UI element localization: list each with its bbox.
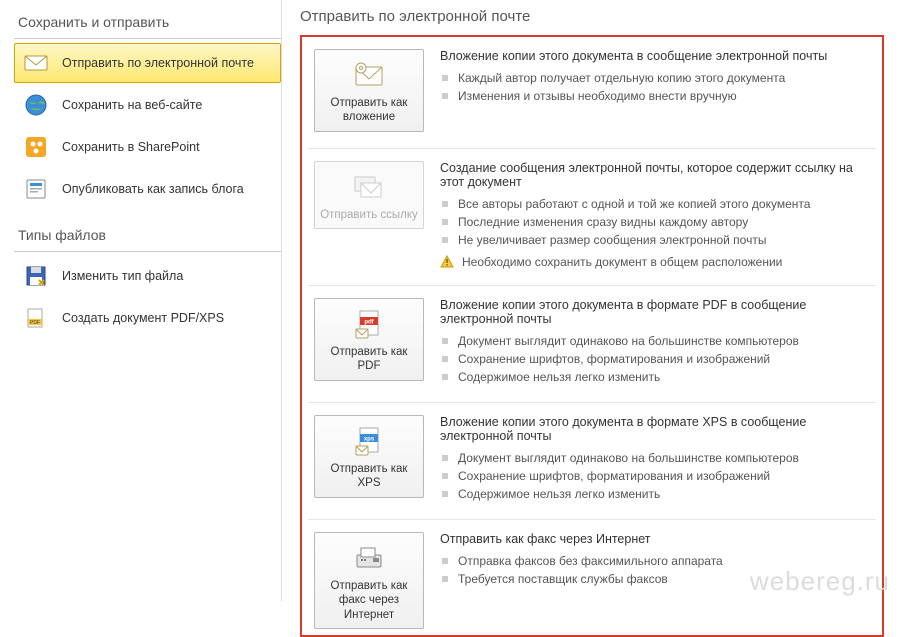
bullet-item: Документ выглядит одинаково на большинст… [458, 449, 870, 467]
sidebar-section-save-send: Сохранить и отправить [14, 8, 281, 39]
warning-icon [440, 255, 454, 269]
main-title: Отправить по электронной почте [300, 8, 884, 35]
bullet-item: Документ выглядит одинаково на большинст… [458, 332, 870, 350]
button-label: Отправить ссылку [319, 208, 419, 222]
sidebar-item-send-email[interactable]: Отправить по электронной почте [14, 43, 281, 83]
save-disk-icon [24, 264, 48, 288]
button-label: Отправить как XPS [319, 462, 419, 491]
button-label: Отправить как факс через Интернет [319, 579, 419, 622]
option-bullets: Отправка факсов без факсимильного аппара… [440, 552, 870, 588]
option-heading: Вложение копии этого документа в сообщен… [440, 49, 870, 63]
email-options-box: Отправить как вложение Вложение копии эт… [300, 35, 884, 637]
sidebar-item-publish-blog[interactable]: Опубликовать как запись блога [14, 169, 281, 209]
blog-icon [24, 177, 48, 201]
sidebar-item-label: Изменить тип файла [62, 269, 183, 283]
option-send-as-attachment: Отправить как вложение Вложение копии эт… [308, 43, 876, 149]
bullet-item: Содержимое нельзя легко изменить [458, 368, 870, 386]
option-bullets: Все авторы работают с одной и той же коп… [440, 195, 870, 249]
sidebar-section-file-types: Типы файлов [14, 221, 281, 252]
option-send-as-fax: Отправить как факс через Интернет Отправ… [308, 526, 876, 629]
option-send-as-xps: xps Отправить как XPS Вложение копии это… [308, 409, 876, 520]
attachment-icon [319, 58, 419, 92]
bullet-item: Не увеличивает размер сообщения электрон… [458, 231, 870, 249]
send-as-fax-button[interactable]: Отправить как факс через Интернет [314, 532, 424, 629]
svg-text:pdf: pdf [364, 319, 374, 325]
bullet-item: Сохранение шрифтов, форматирования и изо… [458, 467, 870, 485]
button-label: Отправить как PDF [319, 345, 419, 374]
option-warning: Необходимо сохранить документ в общем ра… [440, 255, 870, 269]
option-bullets: Каждый автор получает отдельную копию эт… [440, 69, 870, 105]
bullet-item: Требуется поставщик службы факсов [458, 570, 870, 588]
send-as-attachment-button[interactable]: Отправить как вложение [314, 49, 424, 132]
option-send-link: Отправить ссылку Создание сообщения элек… [308, 155, 876, 286]
globe-icon [24, 93, 48, 117]
sidebar-item-change-file-type[interactable]: Изменить тип файла [14, 256, 281, 296]
bullet-item: Изменения и отзывы необходимо внести вру… [458, 87, 870, 105]
sidebar-item-save-web[interactable]: Сохранить на веб-сайте [14, 85, 281, 125]
pdf-icon: pdf [319, 307, 419, 341]
link-envelopes-icon [319, 170, 419, 204]
option-bullets: Документ выглядит одинаково на большинст… [440, 449, 870, 503]
sharepoint-icon [24, 135, 48, 159]
pdf-xps-icon: PDF [24, 306, 48, 330]
option-heading: Вложение копии этого документа в формате… [440, 415, 870, 443]
button-label: Отправить как вложение [319, 96, 419, 125]
fax-icon [319, 541, 419, 575]
bullet-item: Каждый автор получает отдельную копию эт… [458, 69, 870, 87]
main-panel: Отправить по электронной почте Отправить… [282, 0, 900, 601]
send-as-pdf-button[interactable]: pdf Отправить как PDF [314, 298, 424, 381]
bullet-item: Отправка факсов без факсимильного аппара… [458, 552, 870, 570]
sidebar-item-label: Сохранить в SharePoint [62, 140, 200, 154]
sidebar-item-save-sharepoint[interactable]: Сохранить в SharePoint [14, 127, 281, 167]
warning-text: Необходимо сохранить документ в общем ра… [462, 255, 782, 269]
send-link-button: Отправить ссылку [314, 161, 424, 229]
bullet-item: Последние изменения сразу видны каждому … [458, 213, 870, 231]
sidebar-item-label: Опубликовать как запись блога [62, 182, 244, 196]
option-heading: Вложение копии этого документа в формате… [440, 298, 870, 326]
option-bullets: Документ выглядит одинаково на большинст… [440, 332, 870, 386]
envelope-icon [24, 51, 48, 75]
bullet-item: Содержимое нельзя легко изменить [458, 485, 870, 503]
option-heading: Создание сообщения электронной почты, ко… [440, 161, 870, 189]
sidebar-item-create-pdf-xps[interactable]: PDF Создать документ PDF/XPS [14, 298, 281, 338]
option-send-as-pdf: pdf Отправить как PDF Вложение копии это… [308, 292, 876, 403]
sidebar-item-label: Создать документ PDF/XPS [62, 311, 224, 325]
xps-icon: xps [319, 424, 419, 458]
bullet-item: Все авторы работают с одной и той же коп… [458, 195, 870, 213]
svg-text:xps: xps [364, 436, 375, 442]
svg-text:PDF: PDF [30, 320, 40, 326]
bullet-item: Сохранение шрифтов, форматирования и изо… [458, 350, 870, 368]
sidebar-item-label: Отправить по электронной почте [62, 56, 254, 70]
sidebar-item-label: Сохранить на веб-сайте [62, 98, 202, 112]
send-as-xps-button[interactable]: xps Отправить как XPS [314, 415, 424, 498]
sidebar: Сохранить и отправить Отправить по элект… [0, 0, 282, 601]
option-heading: Отправить как факс через Интернет [440, 532, 870, 546]
